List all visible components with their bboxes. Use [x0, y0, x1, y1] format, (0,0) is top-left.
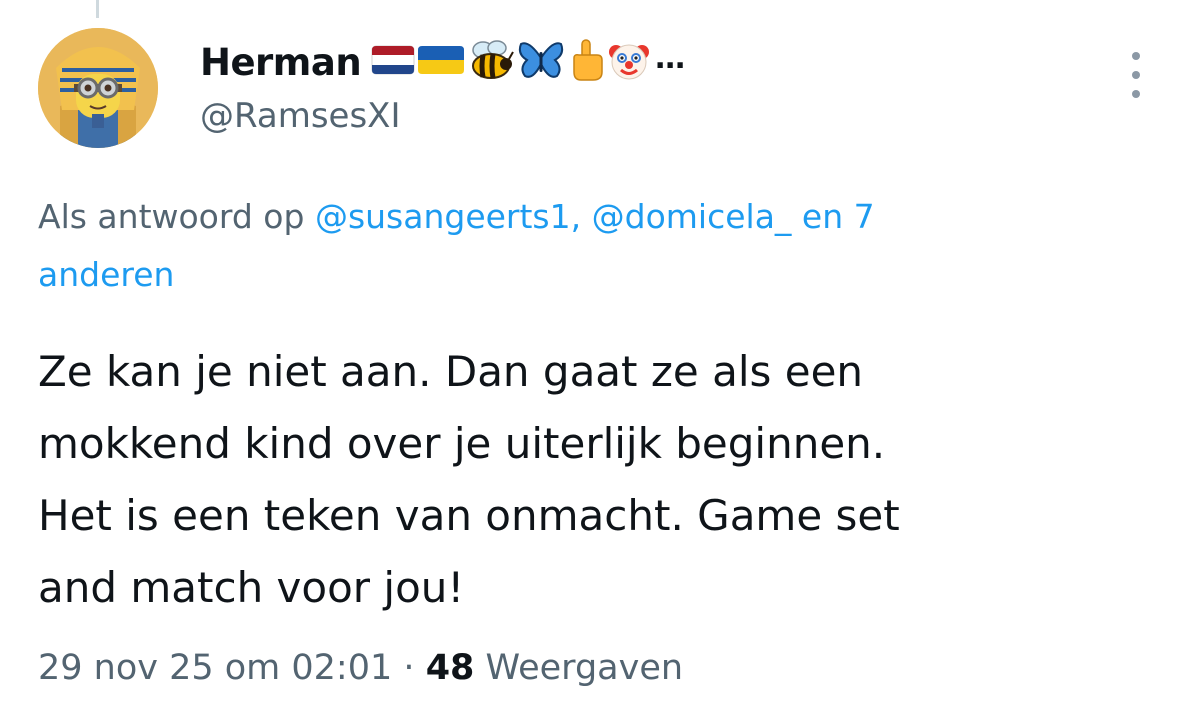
more-options-icon-dot — [1132, 71, 1140, 79]
author-handle[interactable]: @RamsesXI — [200, 96, 401, 136]
more-options-icon-dot — [1132, 90, 1140, 98]
reply-context: Als antwoord op @susangeerts1, @domicela… — [38, 188, 1148, 304]
tweet-text-line: Het is een teken van onmacht. Game set — [38, 491, 900, 540]
others-link-part1: en 7 — [801, 197, 875, 236]
butterfly-icon — [517, 38, 565, 86]
mention-link[interactable]: @susangeerts1, — [315, 197, 581, 236]
views-count: 48 — [425, 648, 475, 688]
tweet-text: Ze kan je niet aan. Dan gaat ze als een … — [38, 336, 1168, 624]
more-options-button[interactable] — [1122, 52, 1150, 98]
tweet-meta: 29 nov 25 om 02:01 · 48 Weergaven — [38, 648, 683, 688]
avatar[interactable] — [38, 28, 158, 148]
clown-face-icon — [607, 38, 651, 86]
others-link-part2: anderen — [38, 255, 175, 294]
thread-connector-line — [96, 0, 99, 18]
tweet-text-line: and match voor jou! — [38, 563, 465, 612]
author-name-row[interactable]: Herman … — [200, 36, 685, 88]
name-truncation-ellipsis: … — [655, 40, 686, 76]
tweet-timestamp[interactable]: 29 nov 25 om 02:01 — [38, 648, 392, 688]
views-label: Weergaven — [485, 648, 684, 688]
meta-separator: · — [403, 648, 415, 688]
name-emoji-set: … — [371, 38, 685, 86]
middle-finger-icon — [567, 38, 605, 86]
reply-prefix: Als antwoord op — [38, 197, 305, 236]
author-display-name[interactable]: Herman — [200, 41, 362, 84]
bee-icon — [467, 38, 515, 86]
flag-ukraine-icon — [417, 45, 465, 79]
tweet-text-line: mokkend kind over je uiterlijk beginnen. — [38, 419, 886, 468]
flag-netherlands-icon — [371, 45, 415, 79]
tweet-text-line: Ze kan je niet aan. Dan gaat ze als een — [38, 347, 864, 396]
more-options-icon — [1132, 52, 1140, 60]
mention-link[interactable]: @domicela_ — [592, 197, 792, 236]
pharaoh-minion-avatar-image — [38, 28, 158, 148]
